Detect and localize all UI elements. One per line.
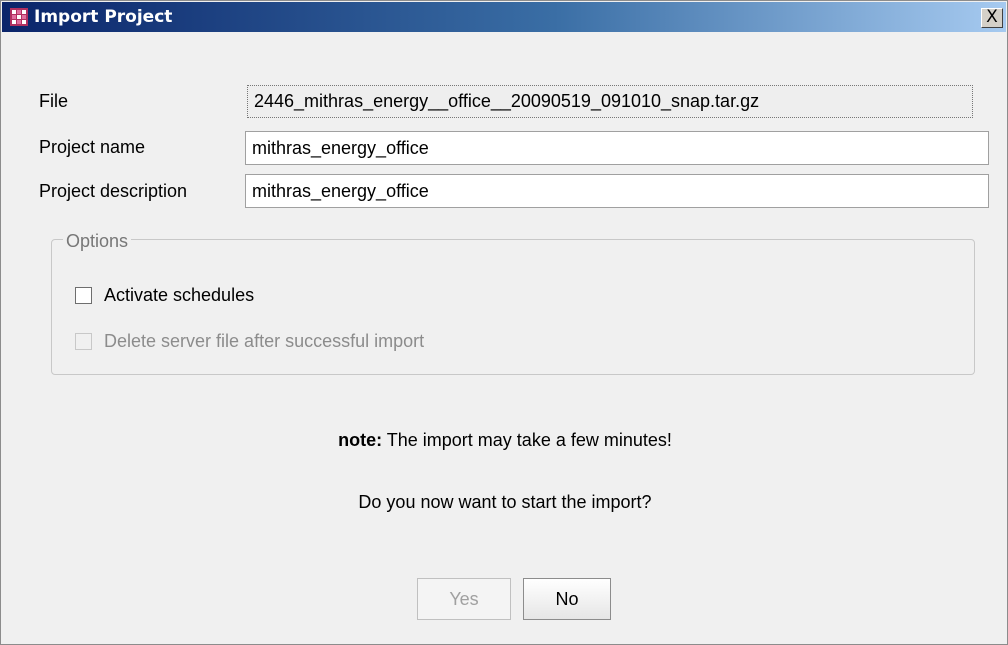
note-text: The import may take a few minutes!	[382, 430, 672, 450]
delete-server-file-label: Delete server file after successful impo…	[104, 331, 425, 351]
activate-schedules-checkbox[interactable]	[75, 287, 92, 304]
dialog-title: Import Project	[34, 7, 173, 27]
close-icon: X	[986, 7, 998, 27]
project-description-input[interactable]	[245, 174, 989, 208]
note-prefix: note:	[338, 430, 383, 450]
yes-button: Yes	[417, 578, 511, 620]
project-description-label: Project description	[39, 181, 188, 201]
file-path-field: 2446_mithras_energy__office__20090519_09…	[247, 85, 973, 118]
options-legend: Options	[63, 231, 132, 251]
file-label: File	[39, 91, 69, 111]
activate-schedules-label: Activate schedules	[104, 285, 255, 305]
confirm-question: Do you now want to start the import?	[358, 492, 652, 512]
activate-schedules-option[interactable]: Activate schedules	[75, 285, 254, 306]
title-bar[interactable]: Import Project X	[2, 2, 1006, 32]
import-project-dialog: Import Project X File 2446_mithras_energ…	[0, 0, 1008, 645]
app-icon	[10, 8, 28, 26]
no-button[interactable]: No	[523, 578, 611, 620]
project-name-label: Project name	[39, 137, 146, 157]
project-name-input[interactable]	[245, 131, 989, 165]
delete-server-file-checkbox	[75, 333, 92, 350]
note-message: note: The import may take a few minutes!	[1, 430, 1008, 451]
close-button[interactable]: X	[981, 8, 1003, 28]
delete-server-file-option: Delete server file after successful impo…	[75, 331, 424, 352]
options-group	[51, 239, 975, 375]
